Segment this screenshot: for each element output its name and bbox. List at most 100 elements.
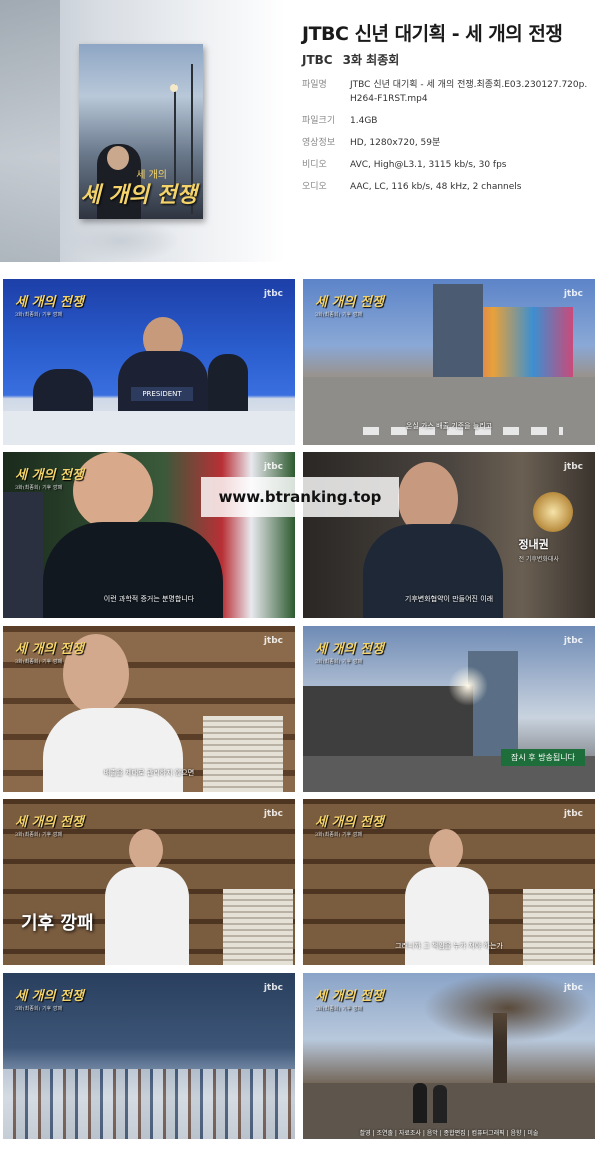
logo-subtext: 3화(최종회) 기후 깡패 — [315, 659, 363, 665]
speaker-body — [118, 351, 208, 411]
episode-caption: 기후 깡패 — [21, 909, 94, 935]
frame-thumbnail-6[interactable]: 잠시 후 방송됩니다 세 개의 전쟁 3화(최종회) 기후 깡패 jtbc — [303, 626, 595, 792]
channel-line: JTBC 3화 최종회 — [302, 51, 409, 68]
jtbc-logo: jtbc — [263, 809, 283, 819]
book-stack — [223, 889, 293, 965]
book-stack — [523, 889, 593, 965]
speaker-head — [73, 452, 153, 530]
meta-value: AAC, LC, 116 kb/s, 48 kHz, 2 channels — [350, 182, 522, 192]
jtbc-logo: jtbc — [563, 983, 583, 993]
show-logo: 세 개의 전쟁 3화(최종회) 기후 깡패 — [315, 811, 384, 838]
show-logo: 세 개의 전쟁 3화(최종회) 기후 깡패 — [15, 811, 84, 838]
logo-text: 세 개의 전쟁 — [315, 295, 384, 310]
jtbc-logo: jtbc — [563, 462, 583, 472]
show-logo: 세 개의 전쟁 3화(최종회) 기후 깡패 — [15, 464, 84, 491]
poster-image[interactable]: 세 개의 세 개의 전쟁 — [79, 44, 203, 219]
site-watermark: www.btranking.top — [201, 477, 399, 517]
logo-text: 세 개의 전쟁 — [15, 642, 84, 657]
logo-subtext: 3화(최종회) 기후 깡패 — [15, 659, 63, 665]
interviewee-name: 정내권 — [518, 538, 549, 551]
meta-row-audio: 오디오 AAC, LC, 116 kb/s, 48 kHz, 2 channel… — [302, 180, 592, 194]
frame-thumbnail-10[interactable]: 촬영 | 조연출 | 자료조사 | 음악 | 종합편집 | 컴퓨터그래픽 | 음… — [303, 973, 595, 1139]
channel-name: JTBC — [302, 53, 333, 67]
subtitle-text: 이런 과학적 증거는 분명합니다 — [103, 595, 195, 603]
meta-key: 파일명 — [302, 80, 327, 90]
president-plate: PRESIDENT — [131, 387, 193, 401]
meta-row-video-info: 영상정보 HD, 1280x720, 59분 — [302, 136, 592, 150]
interviewee-head — [429, 829, 463, 871]
logo-text: 세 개의 전쟁 — [15, 989, 84, 1004]
frame-thumbnail-5[interactable]: 배출을 제대로 관리하지 않으면 세 개의 전쟁 3화(최종회) 기후 깡패 jt… — [3, 626, 295, 792]
jtbc-logo: jtbc — [263, 462, 283, 472]
meta-key: 파일크기 — [302, 116, 336, 126]
show-logo: 세 개의 전쟁 3화(최종회) 기후 깡패 — [15, 291, 84, 318]
meta-key: 오디오 — [302, 182, 327, 192]
video-info-header: 세 개의 세 개의 전쟁 JTBC 신년 대기획 - 세 개의 전쟁 JTBC 3… — [0, 0, 600, 262]
logo-text: 세 개의 전쟁 — [15, 468, 84, 483]
show-logo: 세 개의 전쟁 3화(최종회) 기후 깡패 — [15, 638, 84, 665]
logo-subtext: 3화(최종회) 기후 깡패 — [15, 832, 63, 838]
frame-thumbnail-9[interactable]: 세 개의 전쟁 3화(최종회) 기후 깡패 jtbc — [3, 973, 295, 1139]
logo-subtext: 3화(최종회) 기후 깡패 — [15, 312, 63, 318]
logo-subtext: 3화(최종회) 기후 깡패 — [315, 312, 363, 318]
subtitle-text: 배출을 제대로 관리하지 않으면 — [103, 769, 195, 777]
meta-value: 1.4GB — [350, 116, 378, 126]
airing-soon-banner: 잠시 후 방송됩니다 — [501, 749, 585, 766]
meta-value: HD, 1280x720, 59분 — [350, 138, 441, 148]
frame-thumbnail-7[interactable]: 기후 깡패 세 개의 전쟁 3화(최종회) 기후 깡패 jtbc — [3, 799, 295, 965]
logo-subtext: 3화(최종회) 기후 깡패 — [15, 1006, 63, 1012]
jtbc-logo: jtbc — [263, 636, 283, 646]
book-stack — [203, 716, 283, 792]
file-meta-table: 파일명 JTBC 신년 대기획 - 세 개의 전쟁.최종회.E03.230127… — [302, 78, 592, 202]
conference-desk — [3, 411, 295, 445]
logo-text: 세 개의 전쟁 — [315, 642, 384, 657]
name-tag: 정내권전 기후변화대사 — [518, 536, 559, 563]
meta-row-filesize: 파일크기 1.4GB — [302, 114, 592, 128]
interviewee-body — [105, 867, 189, 965]
meta-value: JTBC 신년 대기획 - 세 개의 전쟁.최종회.E03.230127.720… — [350, 80, 588, 104]
jtbc-logo: jtbc — [263, 983, 283, 993]
attendee-right — [208, 354, 248, 414]
meta-key: 영상정보 — [302, 138, 336, 148]
logo-text: 세 개의 전쟁 — [15, 295, 84, 310]
walker — [413, 1083, 427, 1123]
logo-subtext: 3화(최종회) 기후 깡패 — [315, 1006, 363, 1012]
subtitle-text: 그러니까 그 책임을 누가 져야 하는가 — [395, 942, 503, 950]
meta-row-filename: 파일명 JTBC 신년 대기획 - 세 개의 전쟁.최종회.E03.230127… — [302, 78, 592, 106]
show-logo: 세 개의 전쟁 3화(최종회) 기후 깡패 — [315, 638, 384, 665]
jtbc-logo: jtbc — [263, 289, 283, 299]
building — [433, 284, 483, 384]
sun-glare — [448, 666, 488, 706]
frame-thumbnail-1[interactable]: PRESIDENT 세 개의 전쟁 3화(최종회) 기후 깡패 jtbc — [3, 279, 295, 445]
interviewee-body — [43, 708, 183, 792]
show-logo: 세 개의 전쟁 3화(최종회) 기후 깡패 — [315, 291, 384, 318]
meta-row-video: 비디오 AVC, High@L3.1, 3115 kb/s, 30 fps — [302, 158, 592, 172]
frame-thumbnail-2[interactable]: 온실 가스 배출 기준을 늘리고 세 개의 전쟁 3화(최종회) 기후 깡패 jt… — [303, 279, 595, 445]
caption-word: 기후 — [21, 913, 55, 934]
program-title: JTBC 신년 대기획 - 세 개의 전쟁 — [302, 23, 563, 45]
jtbc-logo: jtbc — [563, 636, 583, 646]
subtitle-text: 기후변화협약이 만들어진 이래 — [404, 595, 494, 603]
logo-subtext: 3화(최종회) 기후 깡패 — [315, 832, 363, 838]
frame-thumbnail-8[interactable]: 그러니까 그 책임을 누가 져야 하는가 세 개의 전쟁 3화(최종회) 기후 깡… — [303, 799, 595, 965]
lamp — [533, 492, 573, 532]
poster-title: 세 개의 전쟁 — [80, 182, 197, 208]
logo-text: 세 개의 전쟁 — [15, 815, 84, 830]
lamp-light — [170, 84, 178, 92]
logo-subtext: 3화(최종회) 기후 깡패 — [15, 485, 63, 491]
logo-text: 세 개의 전쟁 — [315, 989, 384, 1004]
logo-text: 세 개의 전쟁 — [315, 815, 384, 830]
episode-label: 3화 최종회 — [342, 53, 400, 67]
interviewee-role: 전 기후변화대사 — [518, 556, 559, 563]
meta-key: 비디오 — [302, 160, 327, 170]
meta-value: AVC, High@L3.1, 3115 kb/s, 30 fps — [350, 160, 507, 170]
snowy-town — [3, 1069, 295, 1139]
walker — [433, 1085, 447, 1123]
poster-face — [107, 146, 129, 170]
show-logo: 세 개의 전쟁 3화(최종회) 기후 깡패 — [15, 985, 84, 1012]
caption-word-bold: 깡패 — [60, 913, 94, 934]
jtbc-logo: jtbc — [563, 809, 583, 819]
interviewee-head — [129, 829, 163, 871]
show-logo: 세 개의 전쟁 3화(최종회) 기후 깡패 — [315, 985, 384, 1012]
credit-text: 촬영 | 조연출 | 자료조사 | 음악 | 종합편집 | 컴퓨터그래픽 | 음… — [359, 1130, 539, 1137]
